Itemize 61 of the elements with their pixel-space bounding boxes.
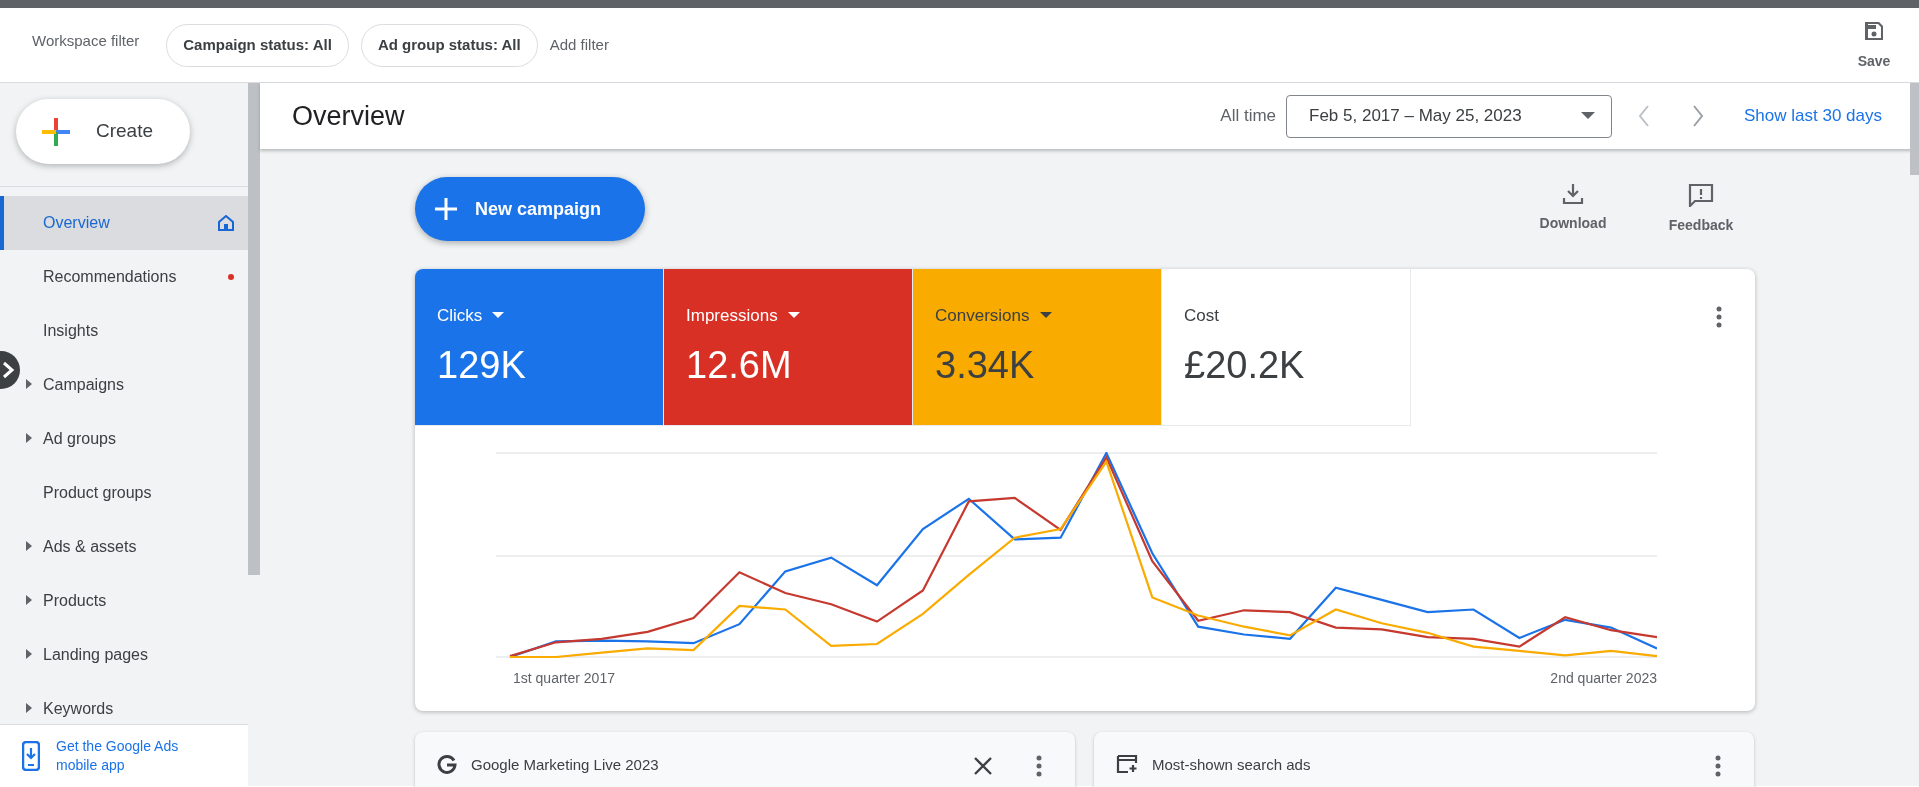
sidebar-item[interactable]: Insights (22, 317, 248, 345)
plus-icon (435, 198, 457, 220)
window-add-icon (1116, 754, 1138, 774)
chevron-right-icon (1692, 105, 1705, 127)
metric-value: 129K (437, 342, 527, 388)
expand-arrow-icon (26, 541, 32, 551)
close-icon (974, 757, 992, 775)
card-title: Most-shown search ads (1152, 755, 1311, 775)
plus-icon (40, 115, 72, 148)
expand-arrow-icon (26, 433, 32, 443)
axis-label: 2nd quarter 2023 (1550, 669, 1657, 688)
metric-label: Conversions (935, 305, 1030, 327)
feedback-icon (1688, 183, 1714, 207)
date-range-dropdown[interactable]: Feb 5, 2017 – May 25, 2023 (1286, 94, 1613, 138)
sidebar-item[interactable]: Overview (0, 196, 248, 250)
sidebar-item[interactable]: Ads & assets (22, 533, 248, 561)
dropdown-arrow-icon (1581, 112, 1596, 120)
metric-label: Impressions (686, 305, 778, 327)
mobile-app-link[interactable]: Get the Google Ads mobile app (56, 736, 206, 775)
phone-download-icon (22, 740, 40, 771)
sidebar-item[interactable]: Keywords (22, 695, 248, 723)
expand-arrow-icon (26, 595, 32, 605)
card-title: Google Marketing Live 2023 (471, 755, 659, 775)
more-vertical-icon (1715, 755, 1721, 777)
chevron-right-icon (1, 361, 15, 379)
create-button[interactable]: Create (16, 99, 190, 164)
metric-value: £20.2K (1184, 342, 1306, 388)
metric-label: Clicks (437, 305, 483, 327)
metric-tile[interactable]: Impressions 12.6M (664, 269, 913, 426)
sidebar-item[interactable]: Ad groups (22, 425, 248, 453)
download-icon (1562, 183, 1584, 205)
metric-value: 12.6M (686, 342, 793, 388)
more-vertical-icon (1036, 755, 1042, 777)
save-button[interactable]: Save (1849, 18, 1899, 72)
metric-tile[interactable]: Cost £20.2K (1162, 269, 1411, 426)
home-icon (218, 215, 234, 231)
metric-tile[interactable]: Conversions 3.34K (913, 269, 1162, 426)
sidebar-item[interactable]: Campaigns (22, 371, 248, 399)
sidebar-item[interactable]: Product groups (22, 479, 248, 507)
more-vertical-icon (1716, 306, 1722, 328)
expand-arrow-icon (26, 379, 32, 389)
expand-arrow-icon (26, 649, 32, 659)
metric-value: 3.34K (935, 342, 1036, 388)
new-campaign-button[interactable]: New campaign (415, 177, 645, 241)
axis-label: 1st quarter 2017 (513, 669, 615, 688)
chevron-left-icon (1638, 105, 1651, 127)
sidebar-item[interactable]: Recommendations (22, 263, 248, 291)
page-title: Overview (292, 99, 405, 133)
close-button[interactable] (973, 756, 993, 776)
sidebar-item[interactable]: Landing pages (22, 641, 248, 669)
metric-tile[interactable]: Clicks 129K (415, 269, 664, 426)
expand-arrow-icon (26, 703, 32, 713)
add-filter-button[interactable]: Add filter (549, 33, 609, 57)
feedback-button[interactable]: Feedback (1651, 183, 1751, 236)
sidebar-item[interactable]: Products (22, 587, 248, 615)
g-logo-icon (437, 754, 457, 774)
download-button[interactable]: Download (1523, 183, 1623, 234)
workspace-filter-label: Workspace filter (32, 30, 140, 51)
show-last-30-days-link[interactable]: Show last 30 days (1744, 103, 1882, 129)
range-label: All time (1220, 105, 1277, 128)
metric-label: Cost (1184, 305, 1219, 327)
